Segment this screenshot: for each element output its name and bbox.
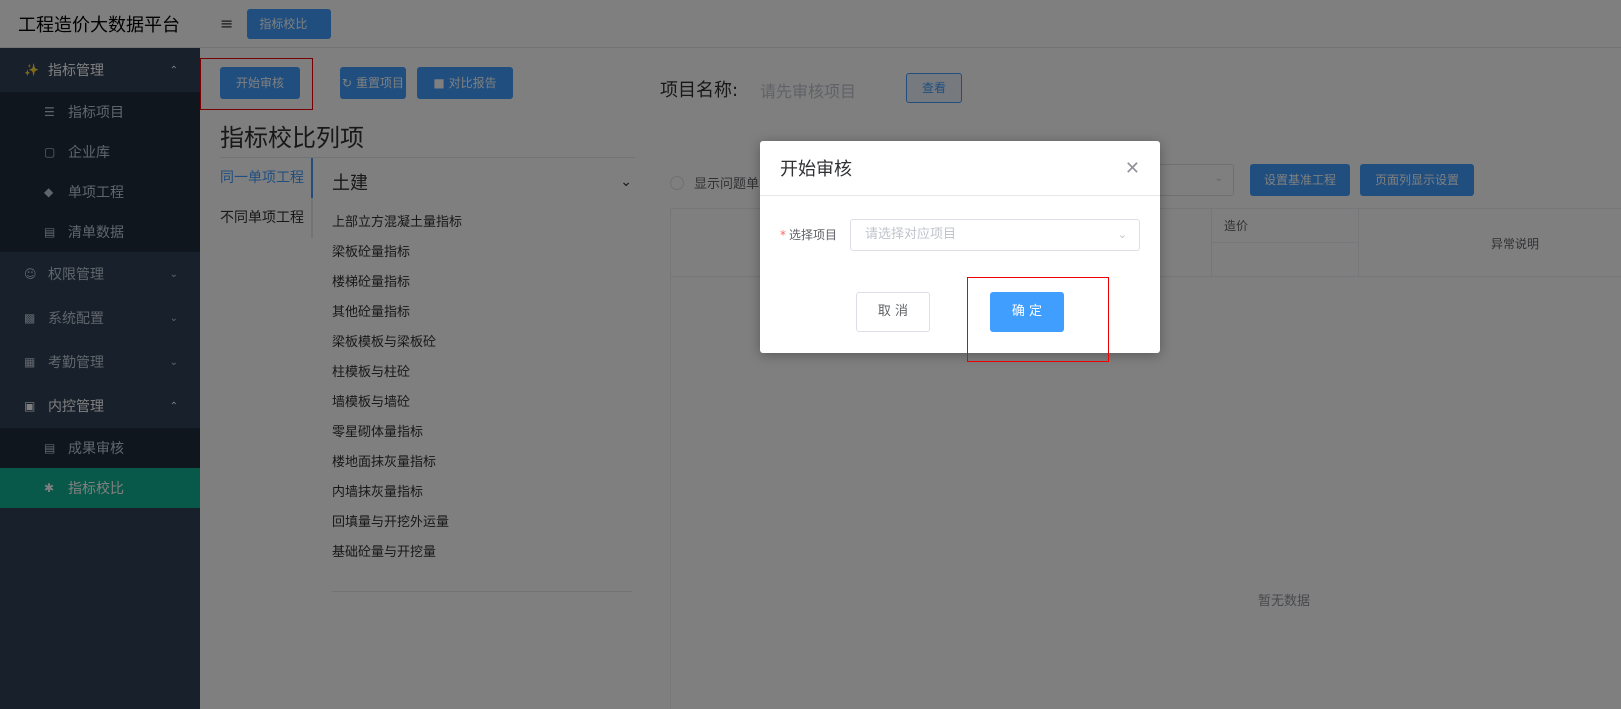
close-icon[interactable]: ✕	[1125, 158, 1140, 179]
highlight-box	[967, 277, 1109, 362]
field-label: * 选择项目	[780, 219, 837, 251]
modal-overlay[interactable]	[0, 0, 1621, 709]
dialog-header: 开始审核 ✕	[760, 141, 1160, 196]
project-select[interactable]: 请选择对应项目 ⌄	[850, 219, 1140, 251]
required-asterisk: *	[780, 228, 786, 242]
field-label-text: 选择项目	[789, 228, 838, 242]
dialog-title: 开始审核	[780, 159, 852, 180]
select-project-field: * 选择项目 请选择对应项目 ⌄	[780, 219, 1140, 251]
cancel-button[interactable]: 取 消	[856, 292, 930, 332]
chevron-down-icon: ⌄	[1117, 228, 1127, 241]
project-select-placeholder: 请选择对应项目	[865, 227, 957, 242]
